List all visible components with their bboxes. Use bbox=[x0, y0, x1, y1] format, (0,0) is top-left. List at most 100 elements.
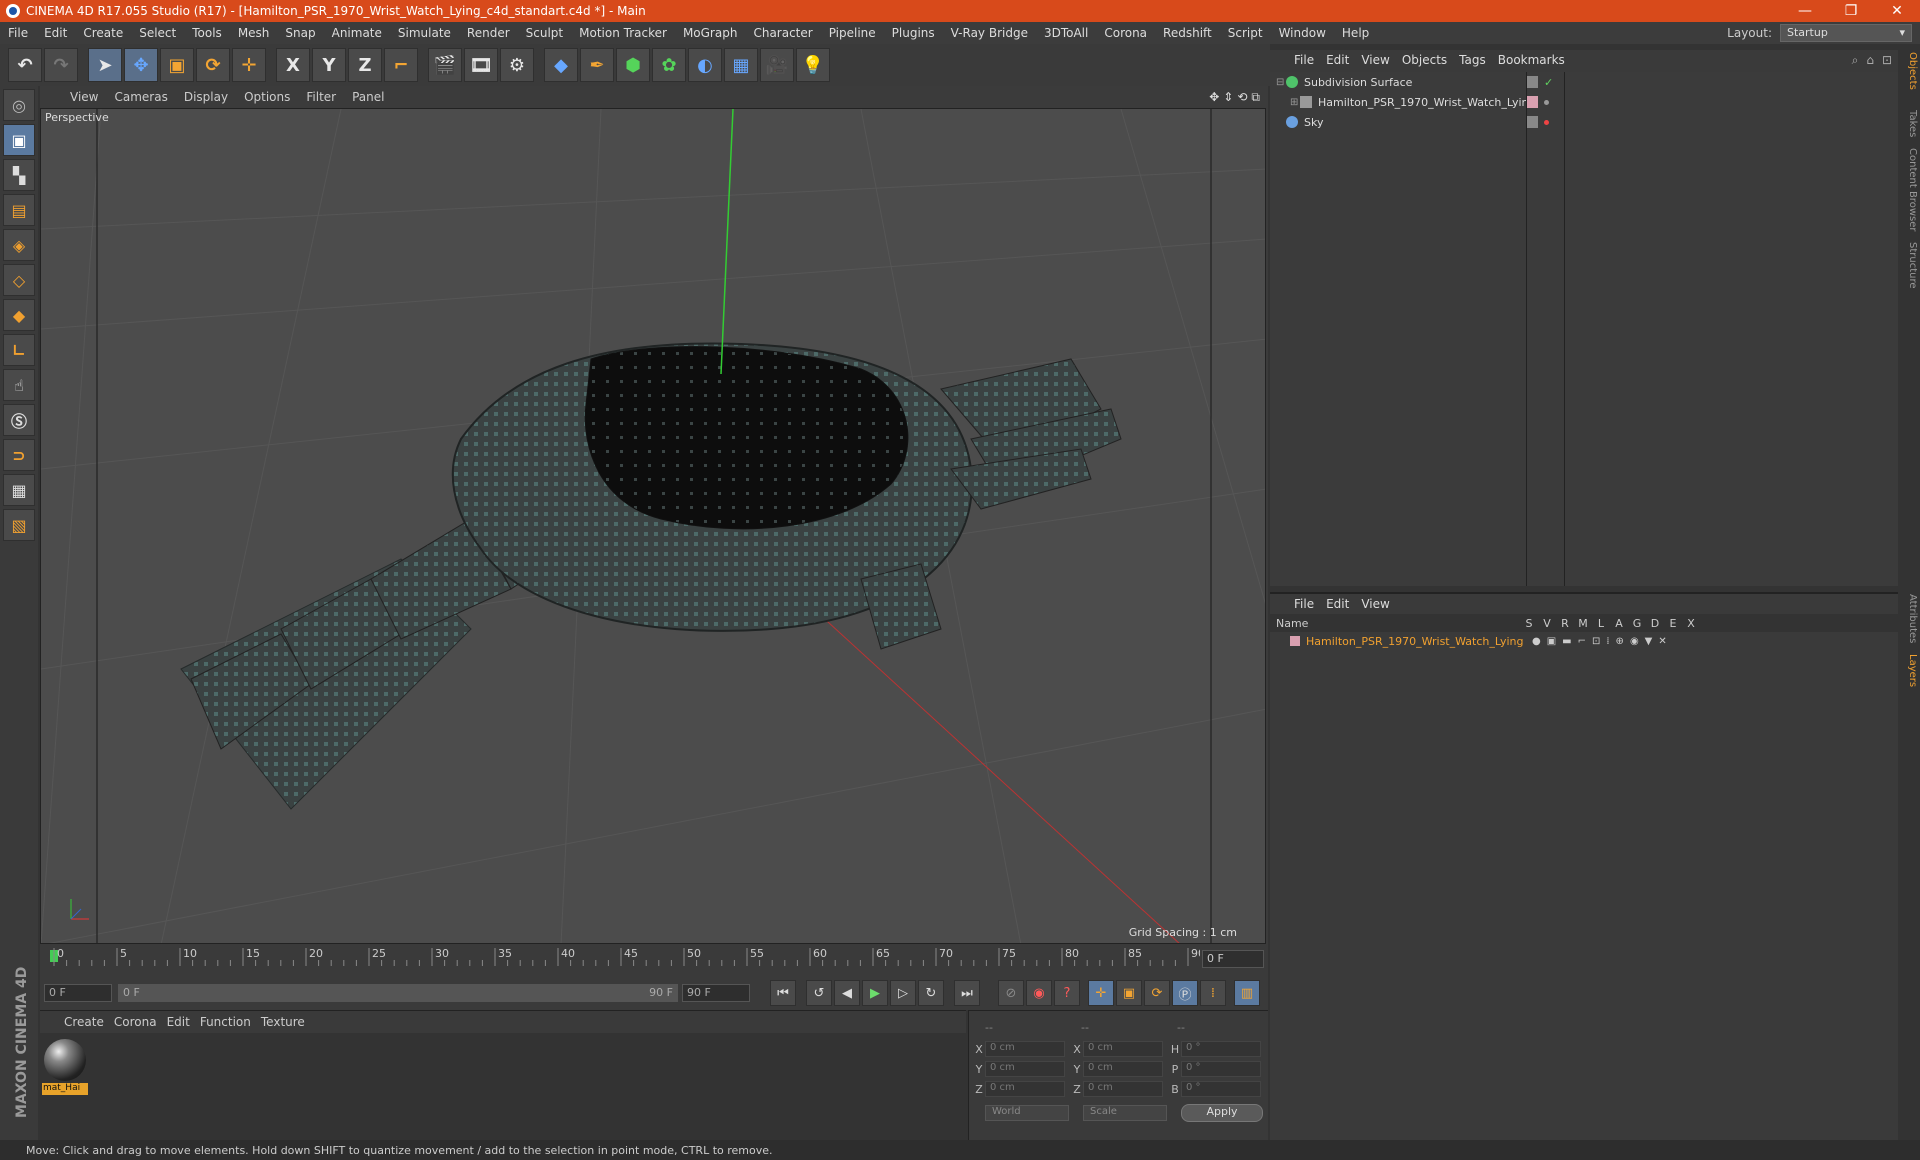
position-x-field[interactable]: 0 cm bbox=[985, 1041, 1065, 1057]
key-position-icon[interactable]: ✛ bbox=[1088, 980, 1114, 1006]
key-rotation-icon[interactable]: ⟳ bbox=[1144, 980, 1170, 1006]
maximize-button[interactable]: ❐ bbox=[1828, 3, 1874, 19]
home-icon[interactable]: ⌂ bbox=[1866, 53, 1874, 68]
axis-mode-icon[interactable]: ∟ bbox=[3, 334, 35, 366]
play-icon[interactable]: ▶ bbox=[862, 980, 888, 1006]
objects-menu-edit[interactable]: Edit bbox=[1326, 53, 1361, 67]
render-view-icon[interactable]: 🎬 bbox=[428, 48, 462, 82]
3d-viewport[interactable]: Perspective Grid Spacing : 1 cm bbox=[40, 108, 1266, 944]
objects-menu-view[interactable]: View bbox=[1361, 53, 1401, 67]
material-menu-corona[interactable]: Corona bbox=[114, 1015, 167, 1029]
objects-menu-bookmarks[interactable]: Bookmarks bbox=[1498, 53, 1577, 67]
visibility-dot-icon[interactable] bbox=[1544, 119, 1549, 125]
position-z-field[interactable]: 0 cm bbox=[985, 1081, 1065, 1097]
viewport-menu-filter[interactable]: Filter bbox=[300, 90, 346, 104]
viewport-menu-options[interactable]: Options bbox=[238, 90, 300, 104]
end-frame-field[interactable]: 90 F bbox=[682, 984, 750, 1002]
frame-range-slider[interactable]: 0 F 90 F bbox=[118, 984, 678, 1002]
menu-mograph[interactable]: MoGraph bbox=[675, 26, 746, 40]
rotation-h-field[interactable]: 0 ° bbox=[1181, 1041, 1261, 1057]
locked-workplane-icon[interactable]: ▦ bbox=[3, 474, 35, 506]
timeline-ruler[interactable]: 0 5 10 15 20 25 30 35 40 45 50 55 60 65 70 75 80 85 90 0 F bbox=[40, 944, 1268, 976]
menu-mesh[interactable]: Mesh bbox=[230, 26, 278, 40]
objects-menu-file[interactable]: File bbox=[1294, 53, 1326, 67]
close-button[interactable]: ✕ bbox=[1874, 3, 1920, 19]
record-keys-icon[interactable]: ◉ bbox=[1026, 980, 1052, 1006]
coordinate-system-icon[interactable]: ⌐ bbox=[384, 48, 418, 82]
go-to-start-icon[interactable]: ⏮ bbox=[770, 980, 796, 1006]
tab-takes[interactable]: Takes bbox=[1902, 110, 1918, 137]
rotate-icon[interactable]: ⟳ bbox=[196, 48, 230, 82]
menu-help[interactable]: Help bbox=[1334, 26, 1377, 40]
collapse-icon[interactable]: ⊟ bbox=[1276, 77, 1286, 88]
menu-plugins[interactable]: Plugins bbox=[884, 26, 943, 40]
autokey-icon[interactable]: ? bbox=[1054, 980, 1080, 1006]
pan-icon[interactable]: ✥ bbox=[1209, 90, 1219, 105]
viewport-menu-panel[interactable]: Panel bbox=[346, 90, 394, 104]
deformer-icon[interactable]: ◐ bbox=[688, 48, 722, 82]
layers-menu-edit[interactable]: Edit bbox=[1326, 597, 1361, 611]
material-menu-create[interactable]: Create bbox=[64, 1015, 114, 1029]
redo-icon[interactable]: ↷ bbox=[44, 48, 78, 82]
new-window-icon[interactable]: ⊡ bbox=[1882, 53, 1892, 68]
timeline-window-icon[interactable]: ▥ bbox=[1234, 980, 1260, 1006]
visibility-dot-icon[interactable] bbox=[1544, 99, 1549, 105]
workplane-mode-icon[interactable]: ▤ bbox=[3, 194, 35, 226]
coordinate-mode-select[interactable]: World bbox=[985, 1105, 1069, 1121]
x-axis-icon[interactable]: X bbox=[276, 48, 310, 82]
prev-key-icon[interactable]: ↺ bbox=[806, 980, 832, 1006]
column-divider[interactable] bbox=[1526, 72, 1527, 586]
menu-animate[interactable]: Animate bbox=[324, 26, 390, 40]
points-mode-icon[interactable]: ◈ bbox=[3, 229, 35, 261]
live-move-icon[interactable]: ✛ bbox=[232, 48, 266, 82]
cube-icon[interactable]: ◆ bbox=[544, 48, 578, 82]
floor-icon[interactable]: ▦ bbox=[724, 48, 758, 82]
menu-character[interactable]: Character bbox=[745, 26, 820, 40]
material-menu-texture[interactable]: Texture bbox=[261, 1015, 315, 1029]
size-z-field[interactable]: 0 cm bbox=[1083, 1081, 1163, 1097]
maximize-view-icon[interactable]: ⧉ bbox=[1251, 90, 1260, 105]
undo-icon[interactable]: ↶ bbox=[8, 48, 42, 82]
polygons-mode-icon[interactable]: ◆ bbox=[3, 299, 35, 331]
menu-sculpt[interactable]: Sculpt bbox=[518, 26, 571, 40]
position-y-field[interactable]: 0 cm bbox=[985, 1061, 1065, 1077]
layer-toggle-icons[interactable]: ●▣▬⌐⊡⁞⊕◉▼✕ bbox=[1532, 636, 1673, 647]
step-forward-icon[interactable]: ▷ bbox=[890, 980, 916, 1006]
menu-corona[interactable]: Corona bbox=[1096, 26, 1155, 40]
step-back-icon[interactable]: ◀ bbox=[834, 980, 860, 1006]
objects-menu-objects[interactable]: Objects bbox=[1402, 53, 1459, 67]
render-settings-icon[interactable]: ⚙ bbox=[500, 48, 534, 82]
material-name-label[interactable]: mat_Hai bbox=[42, 1083, 88, 1095]
z-axis-icon[interactable]: Z bbox=[348, 48, 382, 82]
make-editable-icon[interactable]: ◎ bbox=[3, 89, 35, 121]
tweak-mode-icon[interactable]: ☝ bbox=[3, 369, 35, 401]
material-menu-edit[interactable]: Edit bbox=[167, 1015, 200, 1029]
select-arrow-icon[interactable]: ➤ bbox=[88, 48, 122, 82]
next-key-icon[interactable]: ↻ bbox=[918, 980, 944, 1006]
layer-row[interactable]: Hamilton_PSR_1970_Wrist_Watch_Lying ●▣▬⌐… bbox=[1270, 632, 1898, 650]
minimize-button[interactable]: — bbox=[1782, 3, 1828, 19]
size-mode-select[interactable]: Scale bbox=[1083, 1105, 1167, 1121]
material-preview-ball[interactable] bbox=[44, 1039, 86, 1081]
scale-icon[interactable]: ▣ bbox=[160, 48, 194, 82]
start-frame-field[interactable]: 0 F bbox=[44, 984, 112, 1002]
material-menu-function[interactable]: Function bbox=[200, 1015, 261, 1029]
rotation-b-field[interactable]: 0 ° bbox=[1181, 1081, 1261, 1097]
tab-layers[interactable]: Layers bbox=[1902, 654, 1918, 687]
menu-motion-tracker[interactable]: Motion Tracker bbox=[571, 26, 675, 40]
viewport-menu-display[interactable]: Display bbox=[178, 90, 238, 104]
move-icon[interactable]: ✥ bbox=[124, 48, 158, 82]
enabled-check-icon[interactable]: ✓ bbox=[1544, 76, 1553, 89]
menu-tools[interactable]: Tools bbox=[184, 26, 230, 40]
tab-objects[interactable]: Objects bbox=[1902, 52, 1918, 90]
menu-script[interactable]: Script bbox=[1220, 26, 1271, 40]
texture-mode-icon[interactable]: ▚ bbox=[3, 159, 35, 191]
menu-3dtoall[interactable]: 3DToAll bbox=[1036, 26, 1096, 40]
menu-snap[interactable]: Snap bbox=[277, 26, 323, 40]
column-divider[interactable] bbox=[1564, 72, 1565, 586]
viewport-menu-view[interactable]: View bbox=[64, 90, 108, 104]
menu-file[interactable]: File bbox=[0, 26, 36, 40]
layer-color-swatch[interactable] bbox=[1290, 636, 1300, 646]
object-row-sky[interactable]: Sky bbox=[1270, 112, 1898, 132]
y-axis-icon[interactable]: Y bbox=[312, 48, 346, 82]
